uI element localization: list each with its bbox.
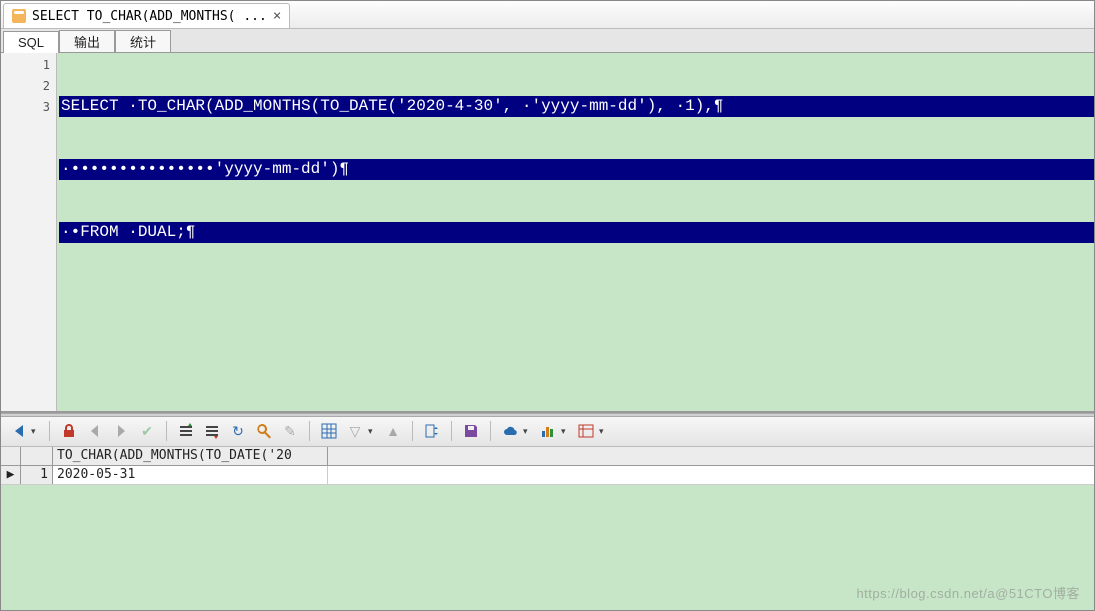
edit-icon[interactable]: ✎: [279, 420, 301, 442]
line-number: 3: [1, 97, 50, 118]
separator: [49, 421, 50, 441]
row-number: 1: [21, 466, 53, 484]
table-row[interactable]: ▶ 1 2020-05-31: [1, 466, 1094, 485]
nav-prev-icon[interactable]: [84, 420, 106, 442]
cloud-icon[interactable]: [499, 420, 521, 442]
find-icon[interactable]: [253, 420, 275, 442]
check-icon[interactable]: ✔: [136, 420, 158, 442]
database-icon: [12, 9, 26, 23]
row-marker-header: [1, 447, 21, 465]
dropdown-arrow-icon[interactable]: ▾: [31, 426, 41, 437]
separator: [412, 421, 413, 441]
separator: [490, 421, 491, 441]
nav-next-icon[interactable]: [110, 420, 132, 442]
lock-icon[interactable]: [58, 420, 80, 442]
line-number: 2: [1, 76, 50, 97]
separator: [451, 421, 452, 441]
editor-tab-title: SELECT TO_CHAR(ADD_MONTHS( ...: [32, 9, 267, 24]
dropdown-arrow-icon[interactable]: ▾: [561, 426, 571, 437]
code-line: ·•••••••••••••••'yyyy-mm-dd')¶: [59, 159, 1094, 180]
line-number: 1: [1, 55, 50, 76]
results-panel: TO_CHAR(ADD_MONTHS(TO_DATE('20 ▶ 1 2020-…: [1, 447, 1094, 611]
insert-row-icon[interactable]: [175, 420, 197, 442]
results-grid[interactable]: TO_CHAR(ADD_MONTHS(TO_DATE('20 ▶ 1 2020-…: [1, 447, 1094, 485]
save-icon[interactable]: [460, 420, 482, 442]
separator: [309, 421, 310, 441]
cell-value[interactable]: 2020-05-31: [53, 466, 328, 484]
sql-editor[interactable]: 1 2 3 SELECT ·TO_CHAR(ADD_MONTHS(TO_DATE…: [1, 53, 1094, 413]
code-line: ·•FROM ·DUAL;¶: [59, 222, 1094, 243]
nav-first-icon[interactable]: [7, 420, 29, 442]
collapse-icon[interactable]: ▲: [382, 420, 404, 442]
tab-sql[interactable]: SQL: [3, 31, 59, 53]
delete-row-icon[interactable]: [201, 420, 223, 442]
filter-dropdown-icon[interactable]: ▽: [344, 420, 366, 442]
table-menu-icon[interactable]: [575, 420, 597, 442]
export-icon[interactable]: [421, 420, 443, 442]
sub-tab-bar: SQL 输出 统计: [1, 29, 1094, 53]
watermark-text: https://blog.csdn.net/a@51CTO博客: [856, 583, 1080, 602]
close-icon[interactable]: ×: [273, 8, 281, 24]
row-marker-icon: ▶: [1, 466, 21, 484]
editor-tab[interactable]: SELECT TO_CHAR(ADD_MONTHS( ... ×: [3, 3, 290, 28]
grid-view-icon[interactable]: [318, 420, 340, 442]
tab-output[interactable]: 输出: [59, 30, 115, 52]
separator: [166, 421, 167, 441]
code-area[interactable]: SELECT ·TO_CHAR(ADD_MONTHS(TO_DATE('2020…: [57, 53, 1094, 411]
results-toolbar: ▾ ✔ ↻ ✎ ▽ ▾ ▲ ▾ ▾ ▾: [1, 417, 1094, 447]
dropdown-arrow-icon[interactable]: ▾: [368, 426, 378, 437]
chart-icon[interactable]: [537, 420, 559, 442]
line-gutter: 1 2 3: [1, 53, 57, 411]
column-header[interactable]: TO_CHAR(ADD_MONTHS(TO_DATE('20: [53, 447, 328, 465]
code-line: SELECT ·TO_CHAR(ADD_MONTHS(TO_DATE('2020…: [59, 96, 1094, 117]
grid-header: TO_CHAR(ADD_MONTHS(TO_DATE('20: [1, 447, 1094, 466]
refresh-icon[interactable]: ↻: [227, 420, 249, 442]
title-bar: SELECT TO_CHAR(ADD_MONTHS( ... ×: [1, 1, 1094, 29]
tab-stats[interactable]: 统计: [115, 30, 171, 52]
row-number-header: [21, 447, 53, 465]
dropdown-arrow-icon[interactable]: ▾: [523, 426, 533, 437]
dropdown-arrow-icon[interactable]: ▾: [599, 426, 609, 437]
